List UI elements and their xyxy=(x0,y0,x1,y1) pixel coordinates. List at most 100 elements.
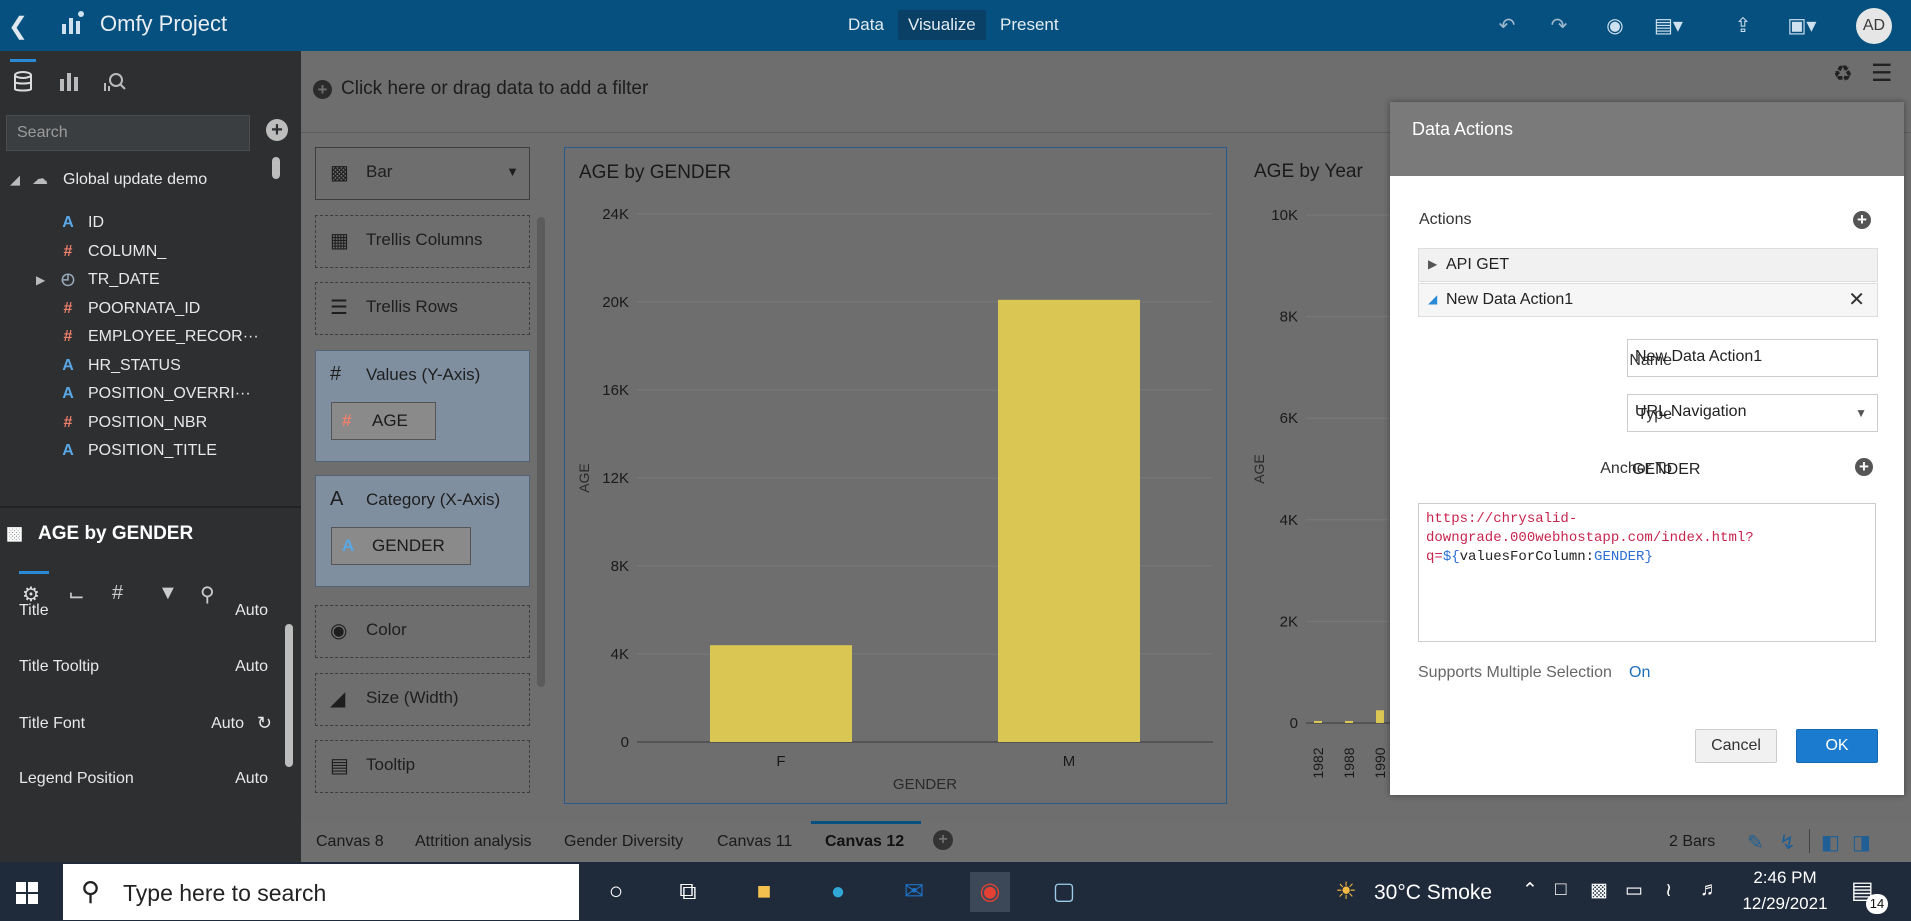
y-tick-label: 2K xyxy=(1280,613,1298,630)
tray-network-icon[interactable]: ▩ xyxy=(1590,879,1608,902)
column-item[interactable]: A POSITION_TITLE xyxy=(0,434,280,468)
x-tick-label: M xyxy=(1063,753,1076,770)
redo-icon[interactable]: ↷ xyxy=(1545,12,1573,40)
cortana-icon[interactable]: ○ xyxy=(596,872,636,912)
tray-meet-icon[interactable]: □ xyxy=(1555,879,1566,901)
name-input[interactable]: New Data Action1 xyxy=(1627,339,1878,377)
weather-icon[interactable]: ☀ xyxy=(1326,872,1366,912)
undo-icon[interactable]: ↶ xyxy=(1493,12,1521,40)
property-row[interactable]: Title Tooltip Auto xyxy=(0,648,280,688)
trellis-columns-dropzone[interactable]: ▦ Trellis Columns xyxy=(315,215,530,268)
outlook-icon[interactable]: ✉ xyxy=(894,872,934,912)
tooltip-dropzone[interactable]: ▤ Tooltip xyxy=(315,740,530,793)
grammar-scrollbar[interactable] xyxy=(537,217,545,687)
data-actions-dialog: Data Actions Actions + ▶ API GET ◢ New D… xyxy=(1390,102,1904,795)
canvas-tab-active[interactable]: Canvas 12 xyxy=(825,833,904,851)
bar xyxy=(1314,720,1322,723)
dataset-node[interactable]: ◢ ☁ Global update demo xyxy=(0,163,280,197)
project-logo-icon xyxy=(62,11,84,34)
export-icon[interactable]: ⇪ xyxy=(1729,12,1757,40)
tray-chevron-icon[interactable]: ⌃ xyxy=(1522,879,1538,902)
cancel-button[interactable]: Cancel xyxy=(1695,729,1777,763)
clock-date[interactable]: 12/29/2021 xyxy=(1730,894,1840,914)
canvas-tab[interactable]: Attrition analysis xyxy=(415,833,532,851)
weather-text[interactable]: 30°C Smoke xyxy=(1374,881,1492,905)
property-value[interactable]: Auto xyxy=(211,715,244,733)
reset-icon[interactable]: ↻ xyxy=(257,713,272,734)
viz-grammar-icon[interactable]: ♻ xyxy=(1833,61,1853,87)
expand-triangle-icon[interactable]: ▶ xyxy=(1428,257,1437,271)
collapse-triangle-icon[interactable]: ◢ xyxy=(1428,292,1437,306)
multi-selection-toggle[interactable]: On xyxy=(1629,664,1650,682)
property-value[interactable]: Auto xyxy=(235,770,268,788)
chrome-icon[interactable]: ◉ xyxy=(970,872,1010,912)
property-row[interactable]: Title Font Auto ↻ xyxy=(0,705,280,745)
analytics-icon[interactable] xyxy=(101,69,127,95)
back-icon[interactable]: ❮ xyxy=(8,12,28,41)
volume-icon[interactable]: ♬ xyxy=(1700,879,1719,901)
canvas-tab[interactable]: Gender Diversity xyxy=(564,833,683,851)
property-row[interactable]: Legend Position Auto xyxy=(0,760,280,800)
action-item-api-get[interactable]: ▶ API GET xyxy=(1418,248,1878,282)
wifi-icon[interactable]: ≀ xyxy=(1665,879,1672,902)
chart-type-select[interactable]: ▩ Bar ▼ xyxy=(315,147,530,200)
add-action-icon[interactable]: + xyxy=(1853,211,1871,229)
add-filter-icon[interactable]: + xyxy=(313,80,332,99)
narrate-icon[interactable]: ◉ xyxy=(1601,12,1629,40)
left-panel-toggle-icon[interactable]: ◧ xyxy=(1821,830,1840,855)
anchor-value[interactable]: GENDER xyxy=(1632,461,1700,479)
brush-icon[interactable]: ✎ xyxy=(1747,830,1764,855)
props-scrollbar[interactable] xyxy=(285,624,293,767)
add-dataset-icon[interactable]: + xyxy=(266,119,288,141)
chevron-down-icon[interactable]: ▼ xyxy=(506,164,519,179)
close-icon[interactable]: ✕ xyxy=(1848,287,1865,312)
category-x-axis-dropzone[interactable]: A Category (X-Axis) A GENDER xyxy=(315,475,530,587)
trellis-rows-icon: ☰ xyxy=(330,297,348,319)
gender-chip[interactable]: A GENDER xyxy=(331,527,471,565)
url-editor[interactable]: https://chrysalid- downgrade.000webhosta… xyxy=(1418,503,1876,642)
file-explorer-icon[interactable]: ■ xyxy=(744,872,784,912)
comment-icon[interactable]: ▤▾ xyxy=(1654,12,1683,40)
url-fn: valuesForColumn: xyxy=(1459,549,1595,565)
avatar[interactable]: AD xyxy=(1856,8,1892,44)
chart-age-by-year[interactable]: AGE by Year 0 2K 4K 6K 8K 10K 1982 1988 1990 AGE xyxy=(1236,147,1396,804)
database-icon[interactable] xyxy=(10,69,36,95)
type-select[interactable]: URL Navigation ▼ xyxy=(1627,394,1878,432)
add-canvas-icon[interactable]: + xyxy=(933,830,953,850)
collapse-triangle-icon[interactable]: ◢ xyxy=(10,163,20,197)
active-tab-indicator xyxy=(10,59,36,62)
tab-visualize[interactable]: Visualize xyxy=(898,10,986,40)
canvas-tab[interactable]: Canvas 8 xyxy=(316,833,384,851)
app-icon[interactable]: ▢ xyxy=(1044,872,1084,912)
y-axis-label: AGE xyxy=(576,463,592,493)
action-item-new-data-action[interactable]: ◢ New Data Action1 ✕ xyxy=(1418,283,1878,317)
y-tick-label: 4K xyxy=(1280,512,1298,529)
task-view-icon[interactable]: ⧉ xyxy=(668,872,708,912)
edge-icon[interactable]: ● xyxy=(818,872,858,912)
windows-start-icon[interactable] xyxy=(16,882,38,904)
property-row[interactable]: Title Auto xyxy=(0,592,280,632)
right-panel-toggle-icon[interactable]: ◨ xyxy=(1852,830,1871,855)
size-dropzone[interactable]: ◢ Size (Width) xyxy=(315,673,530,726)
menu-icon[interactable]: ☰ xyxy=(1871,59,1893,88)
property-value[interactable]: Auto xyxy=(235,602,268,620)
add-anchor-icon[interactable]: + xyxy=(1855,458,1873,476)
battery-icon[interactable]: ▭ xyxy=(1625,879,1643,902)
canvas-tab[interactable]: Canvas 11 xyxy=(717,833,792,851)
tab-data[interactable]: Data xyxy=(838,10,894,40)
age-chip[interactable]: # AGE xyxy=(331,402,436,440)
tab-present[interactable]: Present xyxy=(990,10,1069,40)
auto-apply-icon[interactable]: ↯ xyxy=(1779,830,1796,855)
save-icon[interactable]: ▣▾ xyxy=(1780,12,1824,40)
trellis-rows-dropzone[interactable]: ☰ Trellis Rows xyxy=(315,282,530,335)
search-input[interactable]: Search xyxy=(6,115,250,151)
chart-age-by-gender[interactable]: AGE by GENDER 0 4K 8K 12K 16K 20K 24K F M GENDER A… xyxy=(564,147,1227,804)
color-dropzone[interactable]: ◉ Color xyxy=(315,605,530,658)
taskbar-search[interactable]: ⚲ Type here to search xyxy=(63,864,579,920)
visualizations-icon[interactable] xyxy=(56,69,82,95)
chevron-down-icon[interactable]: ▼ xyxy=(1855,406,1867,420)
ok-button[interactable]: OK xyxy=(1796,729,1878,763)
clock-time[interactable]: 2:46 PM xyxy=(1740,868,1830,888)
property-value[interactable]: Auto xyxy=(235,658,268,676)
values-y-axis-dropzone[interactable]: # Values (Y-Axis) # AGE xyxy=(315,350,530,462)
